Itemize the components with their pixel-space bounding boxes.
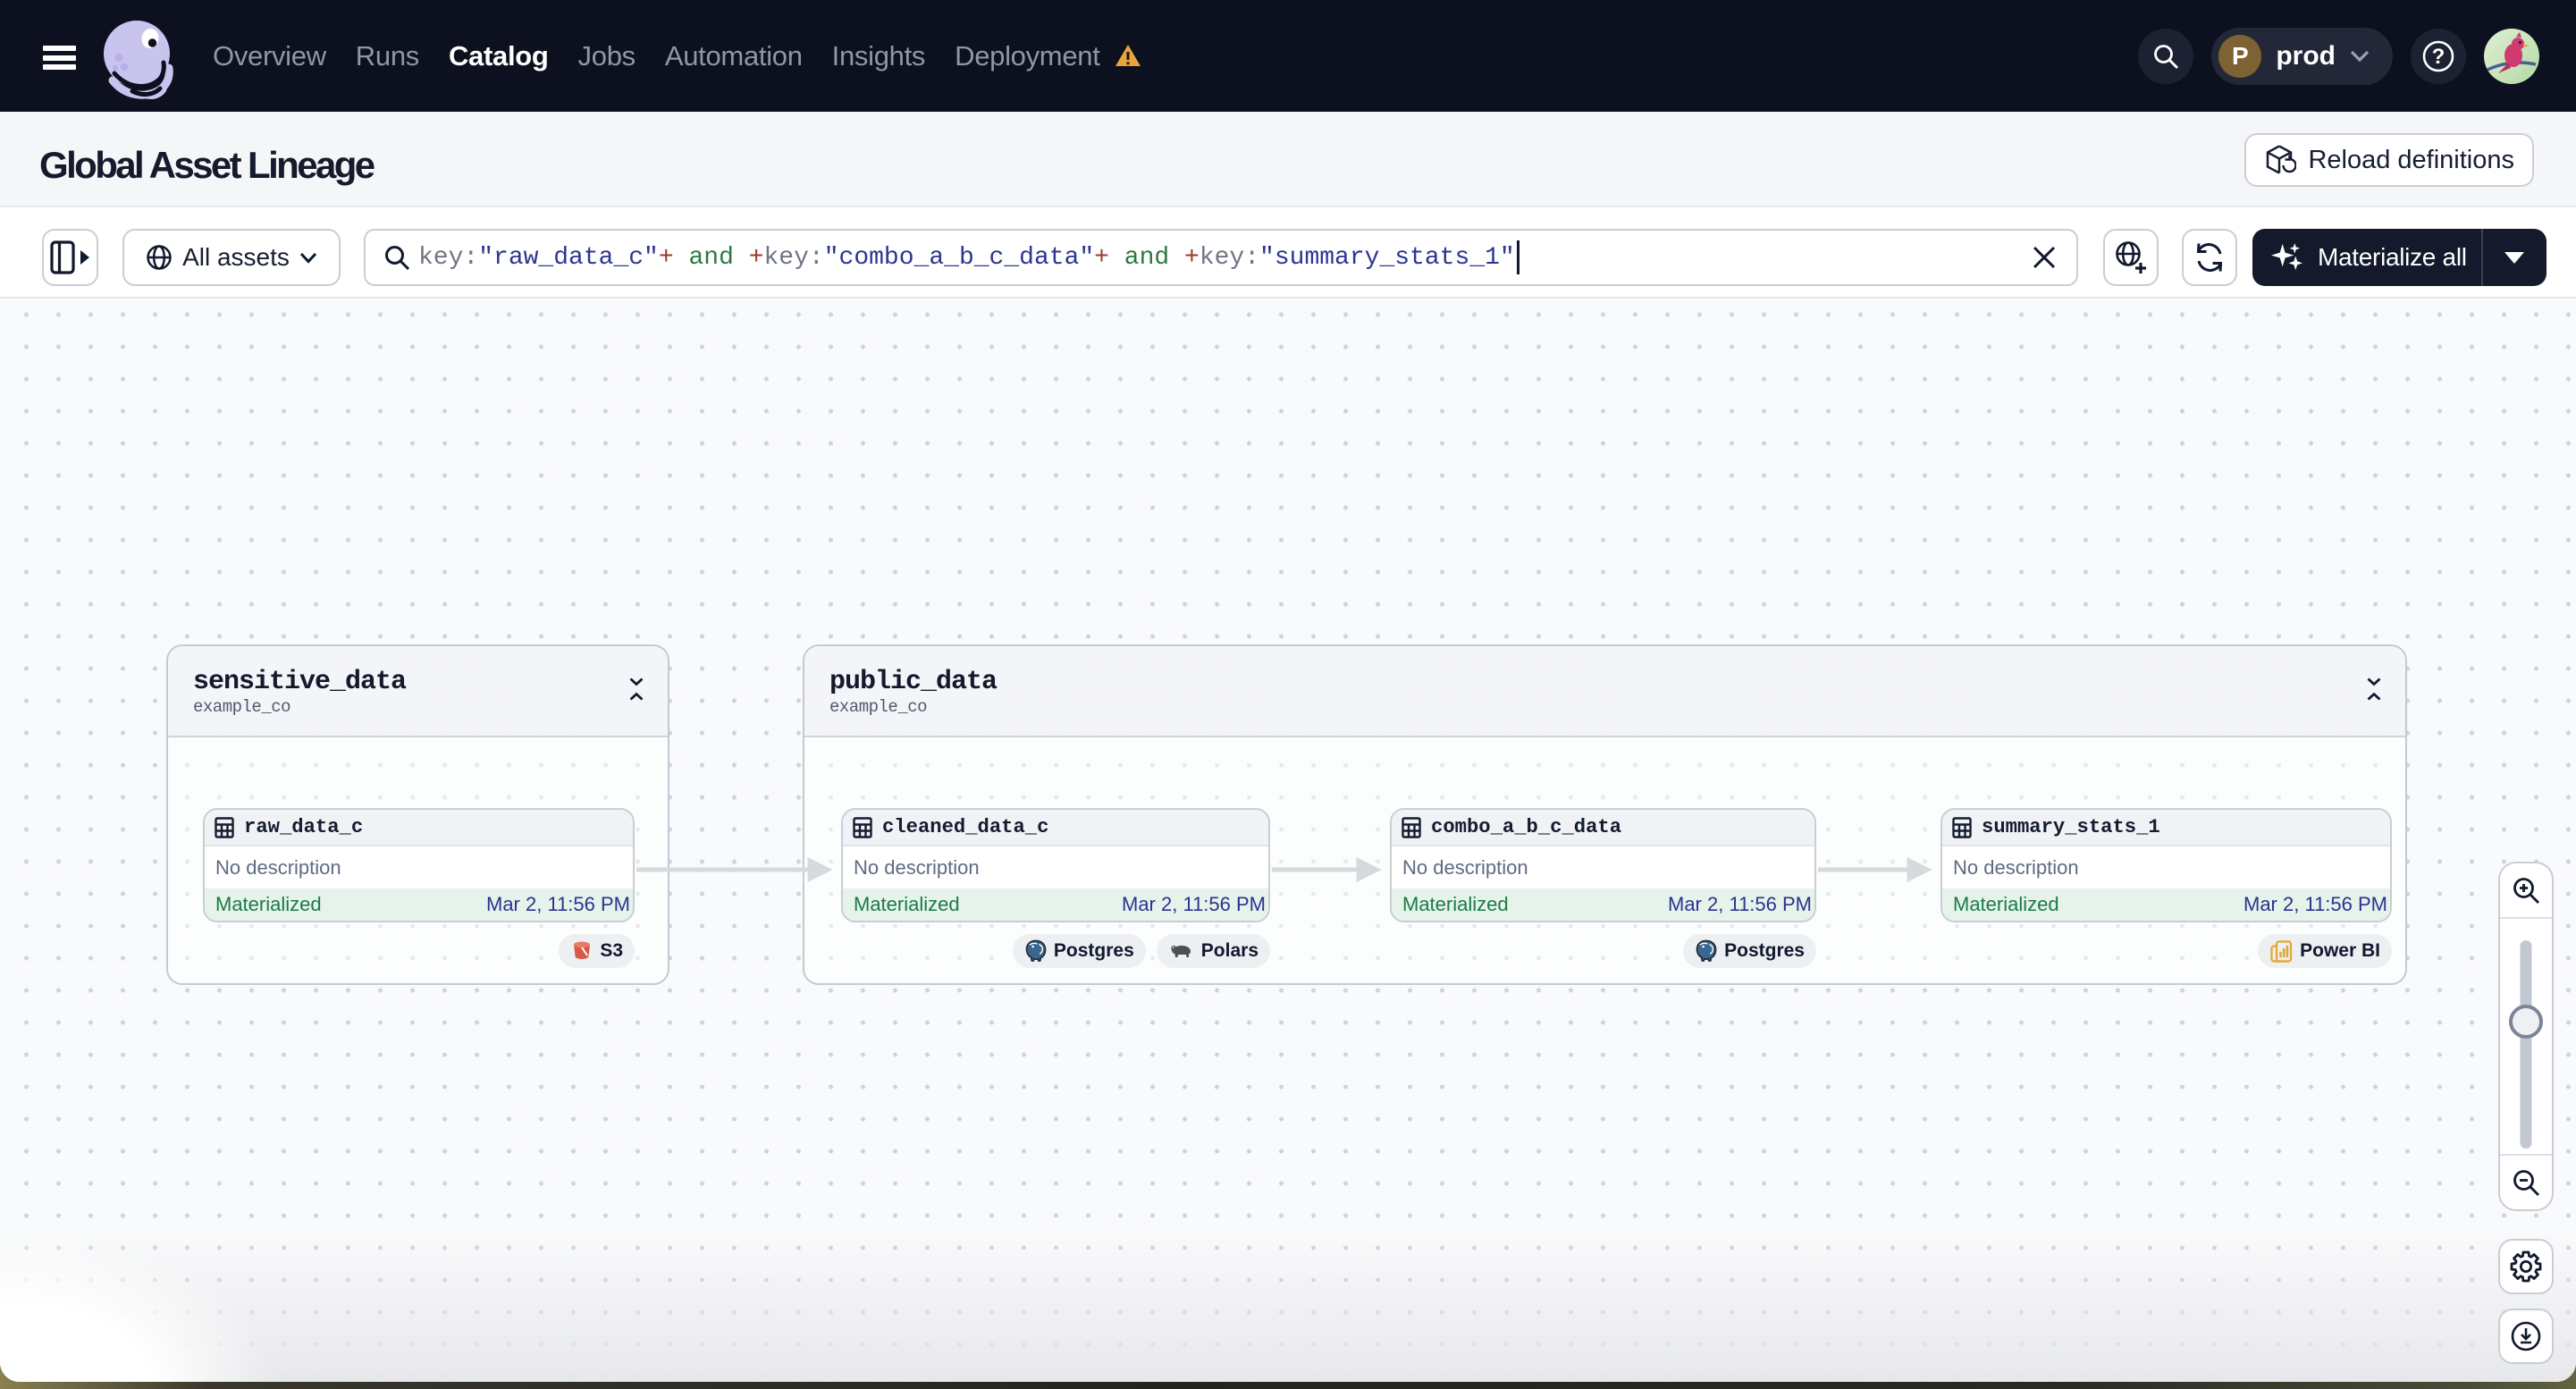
svg-text:?: ? — [2432, 45, 2446, 69]
